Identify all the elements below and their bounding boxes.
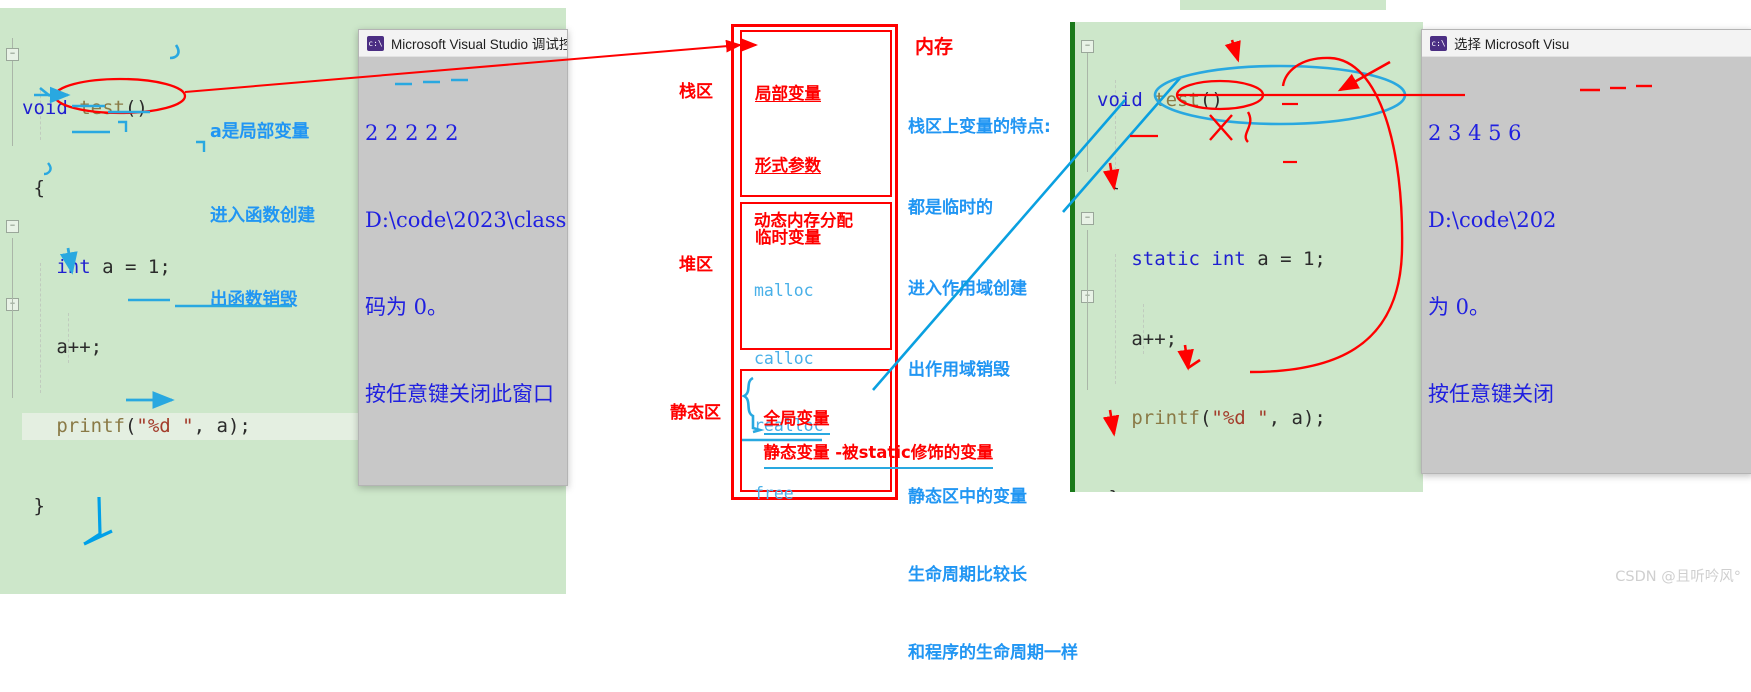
collapse-toggle-test[interactable]: − <box>6 48 19 61</box>
annotation-line-2: 进入函数创建 <box>210 206 315 226</box>
right-console-title: 选择 Microsoft Visu <box>1454 37 1570 52</box>
heap-item-malloc: malloc <box>754 281 814 300</box>
console-output-path: D:\code\202 <box>1428 208 1557 232</box>
left-console-title: Microsoft Visual Studio 调试控制台 <box>391 37 567 52</box>
code-line: { <box>1097 168 1120 191</box>
code-line: static int a = 1; <box>1131 248 1326 270</box>
left-console-output: 2 2 2 2 2 D:\code\2023\class 码为 0。 按任意键关… <box>359 57 567 467</box>
console-output-prompt: 按任意键关闭此窗口 <box>365 382 554 406</box>
console-app-icon: c:\ <box>1430 35 1447 51</box>
stack-note-2: 都是临时的 <box>908 198 993 218</box>
code-line: } <box>22 494 45 517</box>
stack-note-3: 进入作用域创建 <box>908 279 1027 299</box>
code-line: printf("%d ", a); <box>1131 407 1326 429</box>
left-annotation-text: a是局部变量 进入函数创建 出函数销毁 <box>210 62 315 342</box>
static-note-1: 静态区中的变量 <box>908 487 1027 507</box>
console-output-values: 2 3 4 5 6 <box>1428 121 1522 145</box>
visual-studio-right-code-pane[interactable]: − − − void test() { static int a = 1; a+… <box>1070 22 1423 492</box>
memory-static-label: 静态区 <box>670 403 721 423</box>
annotation-line-3: 出函数销毁 <box>210 290 298 310</box>
code-line: a++; <box>1097 327 1178 350</box>
right-console-titlebar[interactable]: c:\ 选择 Microsoft Visu <box>1422 30 1751 57</box>
stack-note-4: 出作用域销毁 <box>908 360 1010 380</box>
stack-item-formal-param: 形式参数 <box>755 156 821 175</box>
annotation-line-1: a是局部变量 <box>210 122 310 142</box>
memory-heap-label: 堆区 <box>679 255 713 275</box>
console-output-exitcode: 为 0。 <box>1428 295 1491 319</box>
collapse-toggle-main-right[interactable]: − <box>1081 212 1094 225</box>
stack-item-local-var: 局部变量 <box>755 84 821 103</box>
heap-item-calloc: calloc <box>754 348 814 368</box>
right-scope-line-1 <box>1087 52 1088 172</box>
memory-static-notes: 静态区中的变量 生命周期比较长 和程序的生命周期一样 <box>908 432 1078 692</box>
console-output-values: 2 2 2 2 2 <box>365 121 459 145</box>
right-debug-console-window[interactable]: c:\ 选择 Microsoft Visu 2 3 4 5 6 D:\code\… <box>1421 29 1751 474</box>
right-console-output: 2 3 4 5 6 D:\code\202 为 0。 按任意键关闭 <box>1422 57 1751 467</box>
right-editor-change-bar <box>1070 22 1075 492</box>
console-output-path: D:\code\2023\class <box>365 208 567 232</box>
right-editor-top-strip <box>1180 0 1386 10</box>
static-note-2: 生命周期比较长 <box>908 565 1027 585</box>
collapse-toggle-test-right[interactable]: − <box>1081 40 1094 53</box>
heap-item-free: free <box>754 483 794 503</box>
left-scope-line-1b <box>12 130 13 146</box>
memory-heap-heading: 动态内存分配 <box>754 211 853 230</box>
memory-stack-label: 栈区 <box>679 82 713 102</box>
console-output-exitcode: 码为 0。 <box>365 295 449 319</box>
collapse-toggle-main[interactable]: − <box>6 220 19 233</box>
code-line: } <box>1097 485 1423 493</box>
stack-note-1: 栈区上变量的特点: <box>908 117 1051 137</box>
csdn-watermark: CSDN @且听吟风° <box>1615 569 1741 585</box>
console-output-prompt: 按任意键关闭 <box>1428 382 1554 406</box>
code-line: void test() <box>1097 89 1223 111</box>
memory-stack-notes: 栈区上变量的特点: 都是临时的 进入作用域创建 出作用域销毁 <box>908 60 1051 411</box>
memory-diagram-title: 内存 <box>915 36 954 58</box>
left-debug-console-window[interactable]: c:\ Microsoft Visual Studio 调试控制台 2 2 2 … <box>358 29 568 486</box>
right-scope-line-2 <box>1087 230 1088 390</box>
left-console-titlebar[interactable]: c:\ Microsoft Visual Studio 调试控制台 <box>359 30 567 57</box>
static-note-3: 和程序的生命周期一样 <box>908 643 1078 663</box>
static-item-global-var: 全局变量 <box>763 405 830 435</box>
console-app-icon: c:\ <box>367 35 384 51</box>
left-scope-line-2 <box>12 238 13 398</box>
